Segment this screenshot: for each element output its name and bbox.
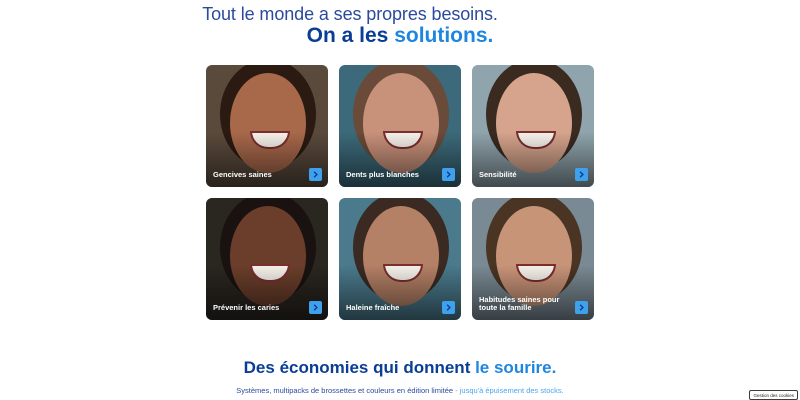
chevron-right-icon[interactable] bbox=[442, 301, 455, 314]
card-label: Prévenir les caries bbox=[213, 303, 280, 313]
card-label: Habitudes saines pour toute la famille bbox=[479, 294, 560, 313]
section-title-part1: On a les bbox=[306, 24, 395, 47]
solutions-grid: Gencives saines Dents plus blanches Sens… bbox=[206, 65, 594, 321]
card-label: Sensibilité bbox=[479, 170, 517, 180]
chevron-right-icon[interactable] bbox=[309, 301, 322, 314]
chevron-right-icon[interactable] bbox=[442, 168, 455, 181]
section-subtitle: Tout le monde a ses propres besoins. bbox=[202, 4, 498, 24]
card-haleine-fraiche[interactable]: Haleine fraîche bbox=[339, 198, 461, 320]
savings-title-part1: Des économies qui donnent bbox=[243, 358, 476, 377]
savings-title: Des économies qui donnent le sourire. bbox=[0, 358, 800, 378]
card-sensibilite[interactable]: Sensibilité bbox=[472, 65, 594, 187]
chevron-right-icon[interactable] bbox=[575, 301, 588, 314]
section-title: On a les solutions. bbox=[0, 24, 800, 48]
section-title-part2: solutions. bbox=[394, 24, 494, 47]
card-label: Gencives saines bbox=[213, 170, 272, 180]
chevron-right-icon[interactable] bbox=[309, 168, 322, 181]
chevron-right-icon[interactable] bbox=[575, 168, 588, 181]
card-label: Dents plus blanches bbox=[346, 170, 419, 180]
savings-subtitle: Systèmes, multipacks de brossettes et co… bbox=[0, 386, 800, 395]
savings-subtitle-part2: - jusqu'à épuisement des stocks. bbox=[453, 386, 564, 395]
savings-title-part2: le sourire. bbox=[475, 358, 557, 377]
savings-subtitle-part1: Systèmes, multipacks de brossettes et co… bbox=[236, 386, 454, 395]
card-prevenir-les-caries[interactable]: Prévenir les caries bbox=[206, 198, 328, 320]
card-dents-plus-blanches[interactable]: Dents plus blanches bbox=[339, 65, 461, 187]
card-habitudes-saines[interactable]: Habitudes saines pour toute la famille bbox=[472, 198, 594, 320]
card-gencives-saines[interactable]: Gencives saines bbox=[206, 65, 328, 187]
card-label: Haleine fraîche bbox=[346, 303, 400, 313]
cookie-settings-button[interactable]: Gestion des cookies bbox=[749, 390, 798, 400]
